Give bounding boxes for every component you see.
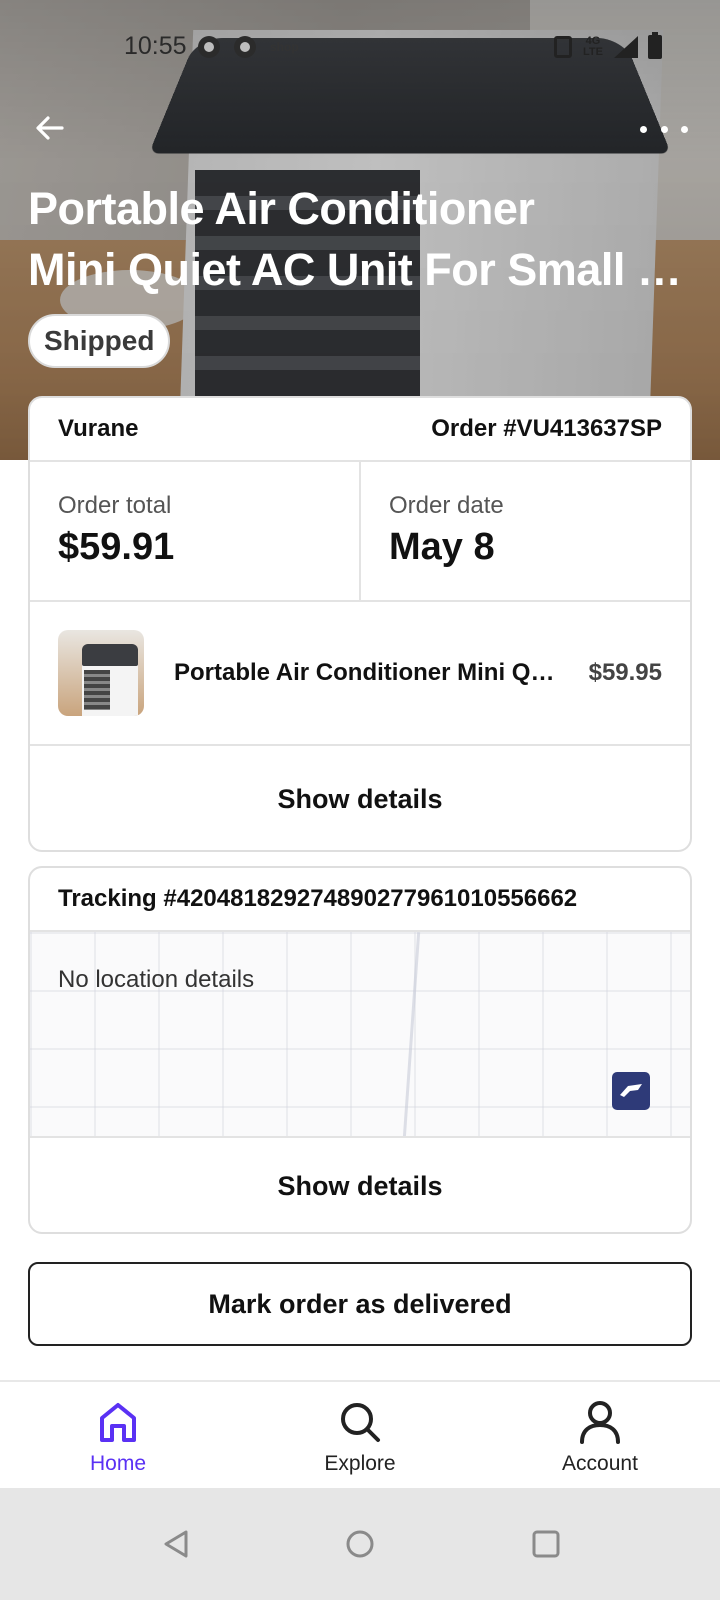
usps-eagle-icon xyxy=(612,1072,650,1110)
status-badge: Shipped xyxy=(28,314,171,368)
order-number: Order #VU413637SP xyxy=(431,415,662,442)
more-options-button[interactable] xyxy=(640,114,688,144)
system-back-icon[interactable] xyxy=(156,1524,196,1564)
merchant-name: Vurane xyxy=(58,415,139,442)
order-total-cell: Order total $59.91 xyxy=(30,462,359,600)
order-total-label: Order total xyxy=(58,492,172,519)
arrow-left-icon xyxy=(36,116,64,140)
chrome-icon xyxy=(198,36,220,58)
more-dots-icon xyxy=(660,125,668,133)
more-dots-icon xyxy=(681,125,688,133)
system-navigation-bar xyxy=(0,1488,720,1600)
person-icon xyxy=(580,1401,620,1444)
signal-icon xyxy=(614,36,638,58)
system-recents-icon[interactable] xyxy=(526,1524,566,1564)
bottom-navigation: Home Explore Account xyxy=(0,1380,720,1488)
order-card: Vurane Order #VU413637SP Order total $59… xyxy=(28,396,692,852)
product-title-line2: Mini Quiet AC Unit For Small Room xyxy=(28,244,698,295)
nav-explore-label: Explore xyxy=(324,1452,396,1475)
nav-home[interactable]: Home xyxy=(18,1382,218,1490)
mark-delivered-button[interactable]: Mark order as delivered xyxy=(28,1262,692,1346)
order-date-value: May 8 xyxy=(389,526,495,568)
line-item-price: $59.95 xyxy=(588,659,662,686)
product-thumbnail xyxy=(58,630,144,716)
merchant-row: Vurane Order #VU413637SP xyxy=(30,398,690,462)
order-total-value: $59.91 xyxy=(58,526,175,568)
nav-account-label: Account xyxy=(562,1452,638,1475)
battery-icon xyxy=(648,32,662,59)
shop-notification-icon: shop xyxy=(270,40,299,54)
tracking-show-details-button[interactable]: Show details xyxy=(30,1138,690,1232)
more-dots-icon xyxy=(640,125,647,133)
status-bar: 10:55 shop 4G LTE xyxy=(0,0,720,96)
order-date-label: Order date xyxy=(389,492,504,519)
network-type-icon: 4G LTE xyxy=(583,35,603,58)
tracking-number: Tracking #420481829274890277961010556662 xyxy=(30,868,690,932)
tracking-card: Tracking #420481829274890277961010556662… xyxy=(28,866,692,1234)
tracking-map[interactable]: No location details xyxy=(30,932,690,1138)
no-location-text: No location details xyxy=(58,966,255,993)
vibrate-icon xyxy=(554,36,572,58)
chrome-icon xyxy=(234,36,256,58)
nav-account[interactable]: Account xyxy=(500,1382,700,1490)
line-item[interactable]: Portable Air Conditioner Mini Quiet AC U… xyxy=(30,602,690,746)
nav-explore[interactable]: Explore xyxy=(260,1382,460,1490)
system-home-icon[interactable] xyxy=(340,1524,380,1564)
order-date-cell: Order date May 8 xyxy=(359,462,690,600)
nav-home-label: Home xyxy=(89,1452,147,1475)
order-show-details-button[interactable]: Show details xyxy=(30,746,690,850)
home-icon xyxy=(100,1403,136,1442)
back-button[interactable] xyxy=(28,106,72,150)
order-summary-row: Order total $59.91 Order date May 8 xyxy=(30,462,690,602)
product-title: Portable Air Conditioner Mini Quiet AC U… xyxy=(28,178,698,300)
search-icon xyxy=(341,1403,380,1442)
status-time: 10:55 xyxy=(124,32,187,60)
line-item-name: Portable Air Conditioner Mini Quiet AC U… xyxy=(174,659,564,686)
product-title-line1: Portable Air Conditioner xyxy=(28,183,535,234)
